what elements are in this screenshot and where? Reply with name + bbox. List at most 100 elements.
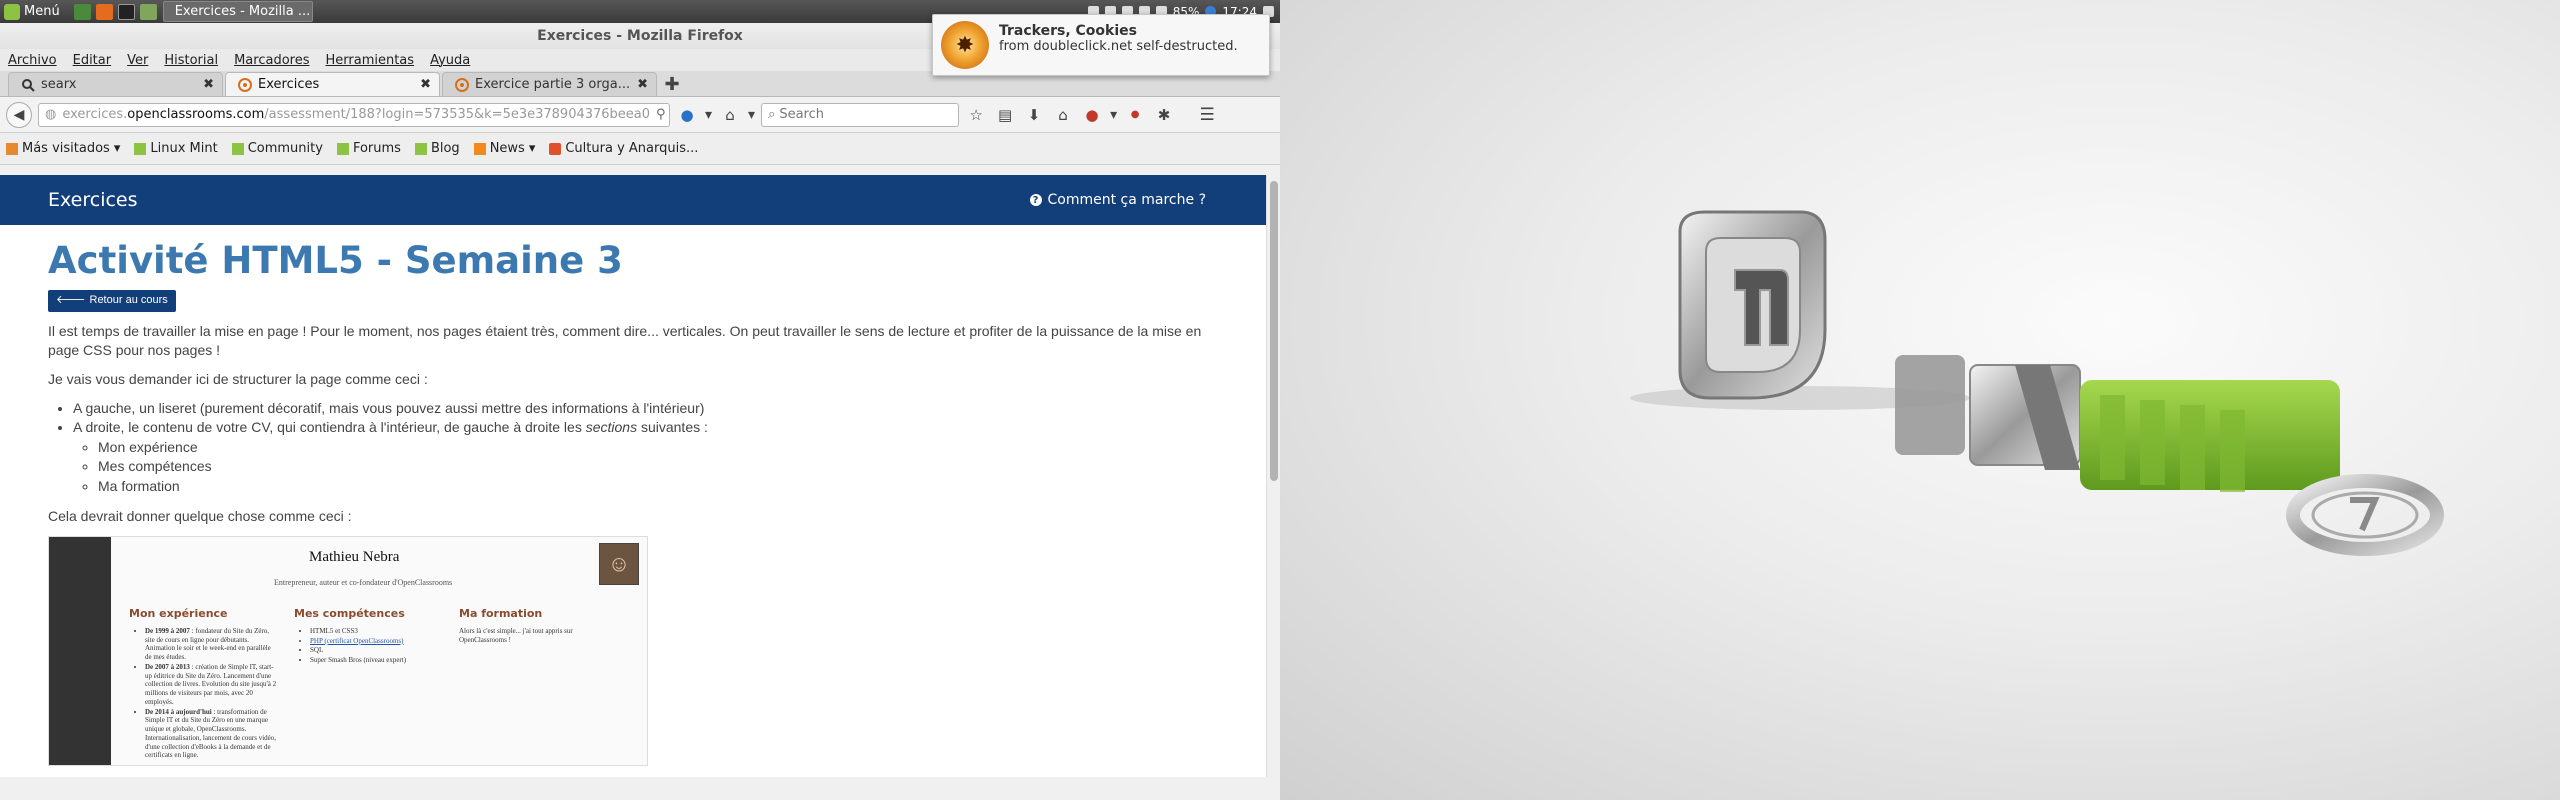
- notification-title: Trackers, Cookies: [999, 22, 1137, 39]
- cv-section-title: Mes compétences: [294, 607, 405, 621]
- bookmark-mas-visitados[interactable]: Más visitados ▾: [6, 141, 120, 156]
- page-content: Exercices ? Comment ça marche ? Activité…: [0, 175, 1266, 777]
- bookmark-label: Cultura y Anarquis...: [565, 141, 699, 156]
- menu-ayuda[interactable]: Ayuda: [430, 53, 470, 68]
- back-button[interactable]: ◀: [6, 101, 32, 128]
- tab-searx[interactable]: searx ✖: [8, 72, 223, 96]
- intro-paragraph: Il est temps de travailler la mise en pa…: [48, 322, 1202, 359]
- mint-bookmark-icon: [134, 142, 147, 155]
- nav-tools: ● ▾ ⌂ ▾: [676, 104, 755, 126]
- home-icon[interactable]: ⌂: [1052, 104, 1074, 126]
- bookmark-news[interactable]: News ▾: [473, 141, 535, 156]
- dropdown-icon[interactable]: ▾: [1110, 107, 1117, 123]
- article: Activité HTML5 - Semaine 3 🡐 Retour au c…: [0, 225, 1266, 767]
- dropdown-icon: ▾: [113, 141, 121, 156]
- help-link-label: Comment ça marche ?: [1047, 192, 1207, 208]
- taskbar-window-firefox[interactable]: Exercices - Mozilla ...: [162, 1, 313, 22]
- menu-ver[interactable]: Ver: [127, 53, 148, 68]
- firefox-icon[interactable]: [95, 3, 113, 20]
- site-header: Exercices ? Comment ça marche ?: [0, 175, 1266, 225]
- cv-column-skills: Mes compétences HTML5 et CSS3 PHP (certi…: [294, 607, 444, 666]
- hamburger-menu-icon[interactable]: ☰: [1196, 104, 1218, 126]
- bookmark-blog[interactable]: Blog: [414, 141, 460, 156]
- bookmark-forums[interactable]: Forums: [336, 141, 401, 156]
- cv-name: Mathieu Nebra: [309, 549, 400, 566]
- record-icon[interactable]: ●: [1124, 104, 1146, 126]
- list-item: HTML5 et CSS3: [310, 627, 444, 636]
- menu-archivo[interactable]: Archivo: [8, 53, 57, 68]
- menu-historial[interactable]: Historial: [164, 53, 218, 68]
- close-icon[interactable]: ✖: [203, 77, 214, 92]
- download-icon[interactable]: ⬇: [1023, 104, 1045, 126]
- linux-mint-wallpaper-art: [1630, 210, 2444, 556]
- openclassrooms-icon: [238, 77, 252, 92]
- start-menu-button[interactable]: Menú: [0, 0, 68, 23]
- notification-text: Trackers, Cookies from doubleclick.net s…: [999, 23, 1238, 54]
- navigation-toolbar: ◀ ◍ exercices.openclassrooms.com/assessm…: [0, 97, 1280, 133]
- search-icon: [21, 78, 35, 92]
- site-title[interactable]: Exercices: [48, 189, 138, 211]
- bookmark-cultura[interactable]: Cultura y Anarquis...: [549, 141, 698, 156]
- globe-icon: ◍: [45, 107, 57, 122]
- list-item-left: A gauche, un liseret (purement décoratif…: [73, 399, 1218, 419]
- terminal-icon[interactable]: [117, 3, 135, 20]
- start-menu-label: Menú: [24, 4, 60, 19]
- new-tab-button[interactable]: ✚: [659, 72, 685, 96]
- mint-logo-icon: [4, 3, 20, 20]
- list-item: De 2007 à 2013 : création de Simple IT, …: [145, 663, 279, 707]
- scrollbar-thumb[interactable]: [1270, 181, 1278, 481]
- window-title: Exercices - Mozilla Firefox: [537, 28, 743, 44]
- question-icon: ?: [1029, 194, 1042, 206]
- clipboard-icon[interactable]: ▤: [994, 104, 1016, 126]
- menu-herramientas[interactable]: Herramientas: [326, 53, 415, 68]
- cv-section-title: Ma formation: [459, 607, 543, 621]
- panel-launchers: [68, 3, 163, 20]
- notification-popup[interactable]: ✸ Trackers, Cookies from doubleclick.net…: [932, 14, 1270, 76]
- dropdown-icon[interactable]: ▾: [705, 107, 712, 123]
- mint-lm-logo: [1678, 210, 1827, 400]
- mint-bookmark-icon: [231, 142, 244, 155]
- adblock-icon[interactable]: ●: [1081, 104, 1103, 126]
- bookmark-community[interactable]: Community: [231, 141, 323, 156]
- home-addon-icon[interactable]: ⌂: [719, 104, 741, 126]
- globe-blue-icon[interactable]: ●: [676, 104, 698, 126]
- menu-editar[interactable]: Editar: [73, 53, 112, 68]
- close-icon[interactable]: ✖: [420, 77, 431, 92]
- explosion-icon: ✸: [941, 21, 989, 69]
- list-item: SQL: [310, 646, 444, 655]
- page-scrollbar[interactable]: [1266, 175, 1280, 777]
- menu-marcadores[interactable]: Marcadores: [234, 53, 309, 68]
- back-to-course-button[interactable]: 🡐 Retour au cours: [48, 290, 176, 312]
- close-icon[interactable]: ✖: [637, 77, 648, 92]
- mint-bookmark-icon: [414, 142, 427, 155]
- list-item: Mes compétences: [98, 457, 1218, 477]
- bookmark-label: Community: [247, 141, 323, 156]
- desktop-wallpaper: [1280, 0, 2560, 800]
- cv-education-text: Alors là c'est simple... j'ai tout appri…: [459, 626, 573, 644]
- reader-icon[interactable]: ⚲: [656, 107, 666, 122]
- files-icon[interactable]: [139, 3, 157, 20]
- taskbar-window-title: Exercices - Mozilla ...: [174, 4, 311, 19]
- help-link[interactable]: ? Comment ça marche ?: [1029, 192, 1207, 208]
- tab-exercices[interactable]: Exercices ✖: [225, 72, 440, 96]
- show-desktop-icon[interactable]: [73, 3, 91, 20]
- cv-example-image: Mathieu Nebra Entrepreneur, auteur et co…: [48, 536, 648, 767]
- search-input[interactable]: ⌕ Search: [761, 102, 960, 127]
- extension-icon[interactable]: ✱: [1153, 104, 1175, 126]
- list-item: Ma formation: [98, 477, 1218, 497]
- bookmark-label: News: [489, 141, 525, 156]
- tab-exercice-partie-3[interactable]: Exercice partie 3 orga... ✖: [442, 72, 657, 96]
- cv-column-education: Ma formation Alors là c'est simple... j'…: [459, 607, 609, 644]
- bookmark-label: Más visitados: [22, 141, 110, 156]
- url-bar[interactable]: ◍ exercices.openclassrooms.com/assessmen…: [38, 102, 670, 127]
- blogger-icon: [549, 142, 562, 155]
- bookmark-star-icon[interactable]: ☆: [965, 104, 987, 126]
- cv-sidebar: [49, 537, 111, 766]
- bookmark-linux-mint[interactable]: Linux Mint: [134, 141, 218, 156]
- tab-label: Exercice partie 3 orga...: [475, 77, 631, 92]
- search-icon: ⌕: [768, 107, 776, 122]
- mint-bookmark-icon: [336, 142, 349, 155]
- cv-column-experience: Mon expérience De 1999 à 2007 : fondateu…: [129, 607, 279, 761]
- dropdown-icon[interactable]: ▾: [748, 107, 755, 123]
- arrow-left-icon: 🡐: [56, 294, 86, 307]
